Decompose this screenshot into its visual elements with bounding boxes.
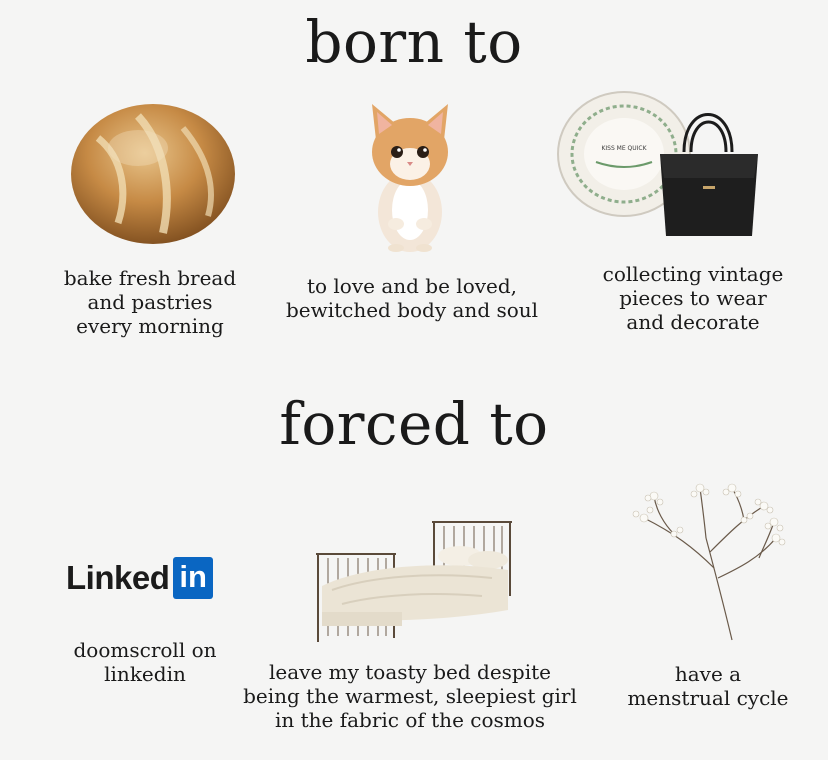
forced-to-title: forced to xyxy=(279,390,549,458)
born-to-title: born to xyxy=(305,8,523,76)
born-caption-love: to love and be loved, bewitched body and… xyxy=(285,274,539,322)
plate-and-handbag-image: KISS ME QUICK xyxy=(557,91,758,236)
svg-text:KISS ME QUICK: KISS ME QUICK xyxy=(601,145,647,152)
forced-caption-linkedin: doomscroll on linkedin xyxy=(73,638,217,686)
born-caption-vintage: collecting vintage pieces to wear and de… xyxy=(602,262,784,334)
babys-breath-flower-image xyxy=(632,483,786,641)
forced-caption-bed: leave my toasty bed despite being the wa… xyxy=(243,660,577,732)
born-caption-bread: bake fresh bread and pastries every morn… xyxy=(63,266,237,338)
linkedin-in-badge: in xyxy=(173,557,213,599)
bed-image xyxy=(316,521,512,642)
linkedin-logo-word: Linked xyxy=(66,559,170,596)
forced-caption-cycle: have a menstrual cycle xyxy=(627,662,789,710)
kitten-image xyxy=(372,104,448,252)
bread-loaf-image xyxy=(71,104,235,244)
linkedin-logo: Linked in xyxy=(66,556,213,600)
